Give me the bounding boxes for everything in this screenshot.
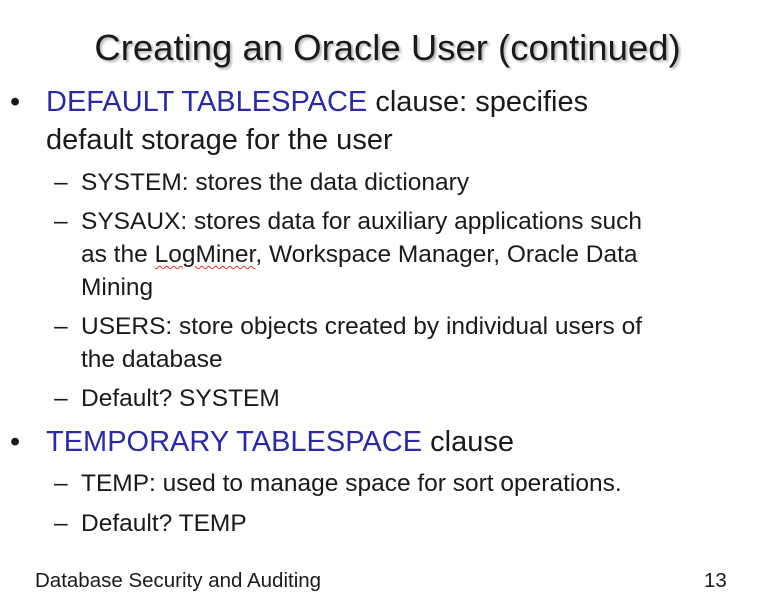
subitem-text-line2: the database xyxy=(81,346,223,373)
subitem-text-line1: USERS: store objects created by individu… xyxy=(81,313,643,340)
bullet-marker: • xyxy=(10,86,21,118)
slide-title: Creating an Oracle User (continued) xyxy=(94,27,681,68)
footer-page-number: 13 xyxy=(704,569,727,592)
subitem-marker: – xyxy=(54,470,68,497)
subitem-text-fragment: as the xyxy=(81,241,155,268)
bullet-text: clause xyxy=(422,426,514,458)
subitem-text: SYSTEM: stores the data dictionary xyxy=(81,169,470,196)
subitem-marker: – xyxy=(54,313,68,340)
bullet-marker: • xyxy=(10,426,21,458)
bullet-text-continuation: default storage for the user xyxy=(46,124,393,156)
subitem-text: Default? TEMP xyxy=(81,510,247,537)
subitem-marker: – xyxy=(54,510,68,537)
keyword-default-tablespace: DEFAULT TABLESPACE xyxy=(46,86,368,118)
subitem-text: TEMP: used to manage space for sort oper… xyxy=(81,470,622,497)
subitem-text-fragment: , Workspace Manager, Oracle Data xyxy=(255,241,638,268)
subitem-text-line1: SYSAUX: stores data for auxiliary applic… xyxy=(81,208,643,235)
subitem-marker: – xyxy=(54,385,68,412)
keyword-temporary-tablespace: TEMPORARY TABLESPACE xyxy=(46,426,423,458)
subitem-text: Default? SYSTEM xyxy=(81,385,280,412)
bullet-text-line: DEFAULT TABLESPACE clause: specifies xyxy=(46,83,726,121)
subitem-text-line3: Mining xyxy=(81,274,154,301)
bullet-text: clause: specifies xyxy=(367,86,589,118)
bullet-text-line: TEMPORARY TABLESPACE clause xyxy=(46,423,726,461)
subitem-marker: – xyxy=(54,169,68,196)
subitem-marker: – xyxy=(54,208,68,235)
subitem-text-line2: as the LogMiner, Workspace Manager, Orac… xyxy=(81,238,731,271)
spellcheck-flagged-word: LogMiner xyxy=(154,241,256,268)
footer-course-title: Database Security and Auditing xyxy=(35,569,322,592)
